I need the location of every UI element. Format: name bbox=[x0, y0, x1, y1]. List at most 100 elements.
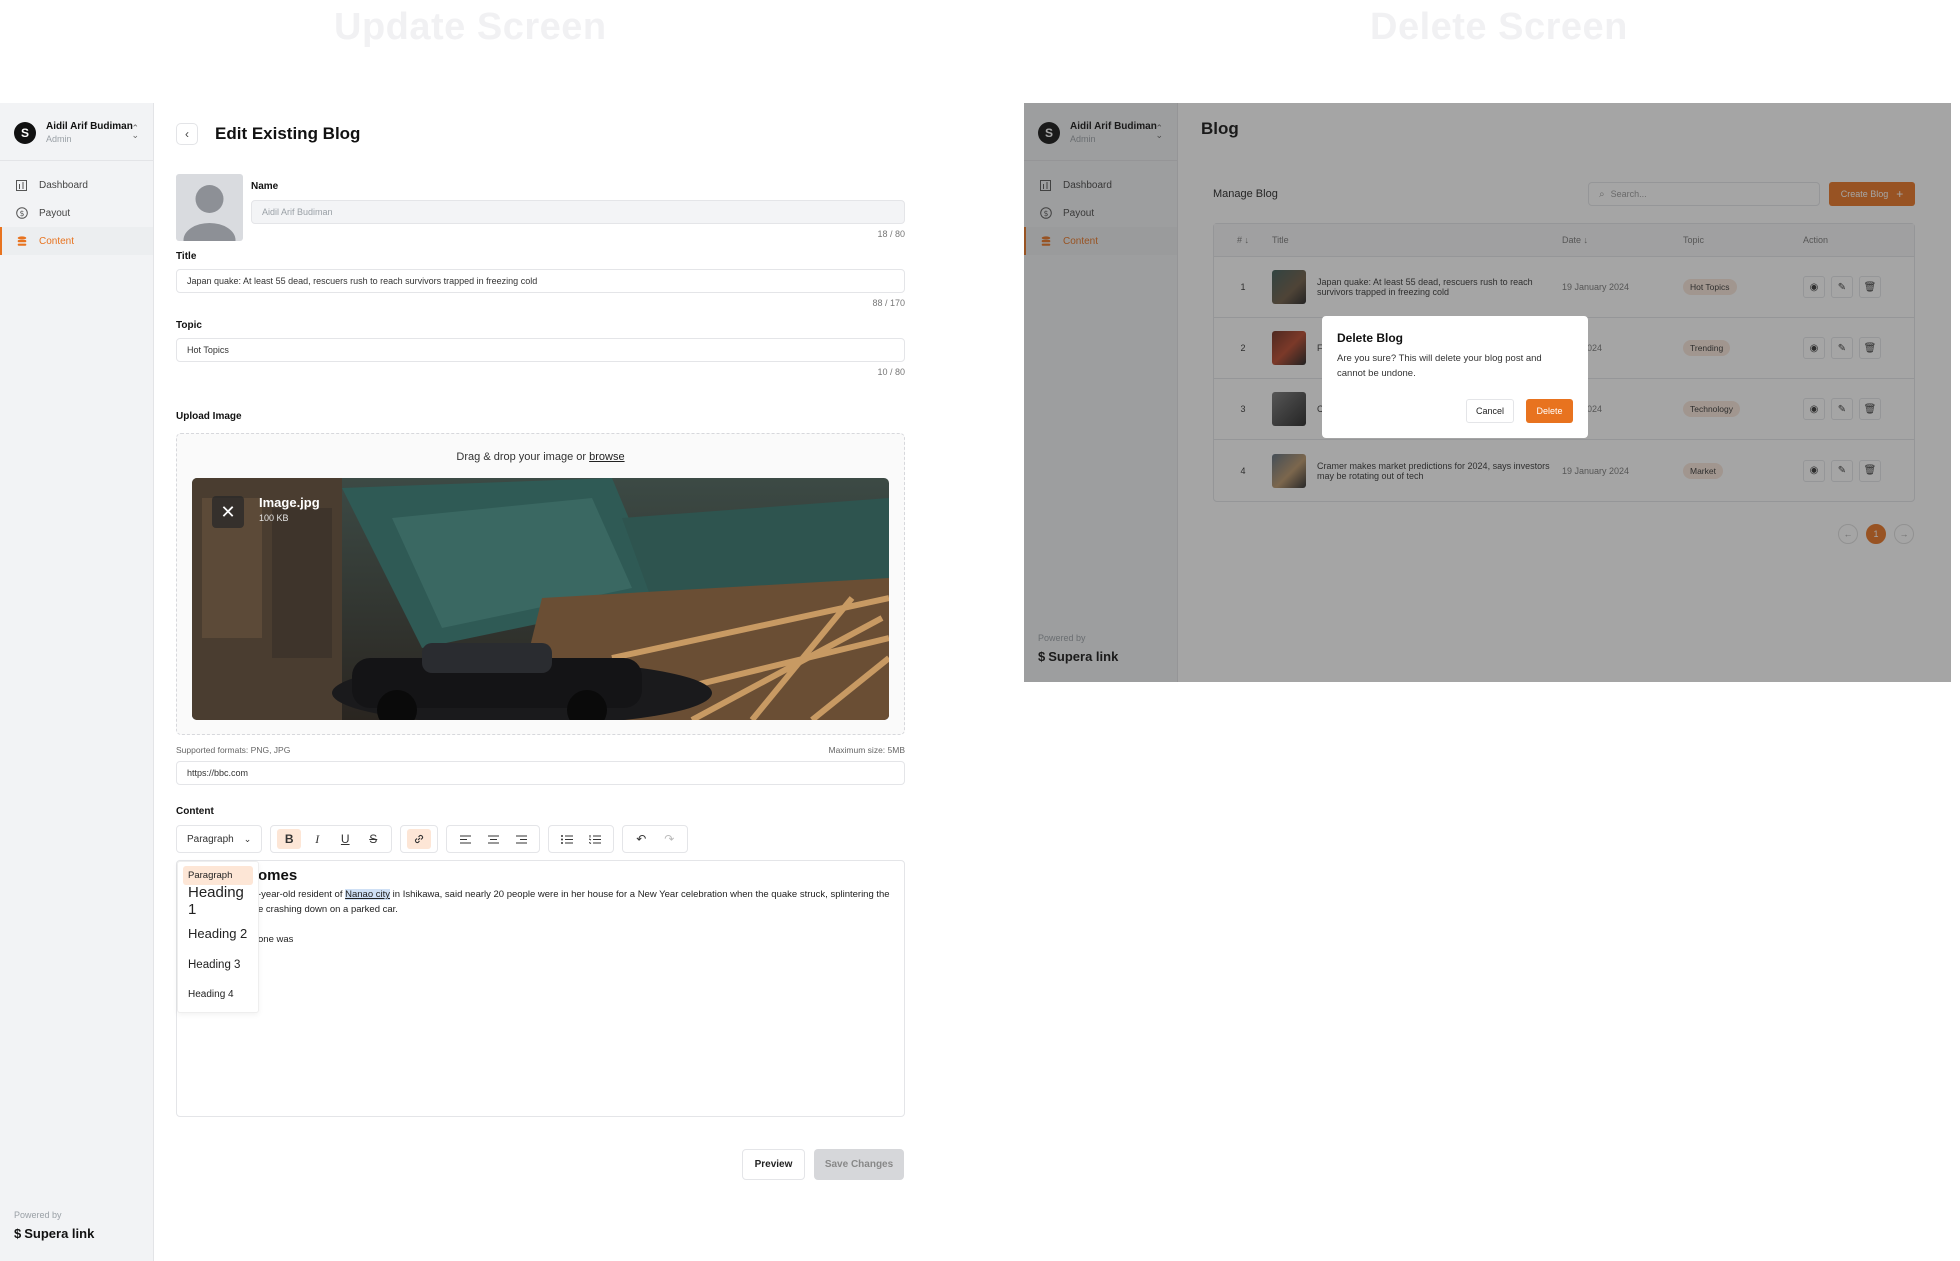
link-group bbox=[400, 825, 439, 853]
option-heading-2[interactable]: Heading 2 bbox=[183, 917, 253, 949]
dollar-circle-icon: $ bbox=[15, 207, 28, 220]
title-label: Title bbox=[176, 251, 197, 262]
avatar[interactable] bbox=[176, 174, 243, 241]
title-section: Title Japan quake: At least 55 dead, res… bbox=[176, 251, 905, 308]
svg-text:$: $ bbox=[19, 209, 24, 218]
upload-label: Upload Image bbox=[176, 411, 242, 422]
underline-icon[interactable]: U bbox=[333, 829, 357, 849]
option-heading-3[interactable]: Heading 3 bbox=[183, 949, 253, 980]
content-editor[interactable]: omes -year-old resident of Nanao city in… bbox=[176, 860, 905, 1117]
topic-counter: 10 / 80 bbox=[877, 367, 905, 377]
form-actions: Preview Save Changes bbox=[742, 1149, 904, 1180]
bar-chart-icon bbox=[15, 179, 28, 192]
topic-label: Topic bbox=[176, 320, 202, 331]
powered-by: Powered by bbox=[14, 1210, 62, 1220]
page-title: Edit Existing Blog bbox=[215, 124, 361, 143]
block-type-dropdown: Paragraph Heading 1 Heading 2 Heading 3 … bbox=[177, 861, 259, 1013]
close-icon: ✕ bbox=[220, 501, 236, 522]
name-counter: 18 / 80 bbox=[877, 229, 905, 239]
italic-icon[interactable]: I bbox=[305, 829, 329, 849]
upload-hint: Drag & drop your image or browse bbox=[177, 451, 904, 463]
name-label: Name bbox=[251, 181, 279, 192]
save-changes-button[interactable]: Save Changes bbox=[814, 1149, 904, 1180]
cancel-button[interactable]: Cancel bbox=[1466, 399, 1514, 423]
align-group bbox=[446, 825, 541, 853]
title-input[interactable]: Japan quake: At least 55 dead, rescuers … bbox=[176, 269, 905, 293]
preview-button[interactable]: Preview bbox=[742, 1149, 805, 1180]
editor-text-before: -year-old resident of bbox=[258, 889, 343, 900]
sidebar-nav: Dashboard $ Payout Content bbox=[0, 161, 153, 255]
undo-icon[interactable]: ↶ bbox=[629, 829, 653, 849]
update-screen: S Aidil Arif Budiman Admin ⌃ ⌄ Dashboard … bbox=[0, 103, 1025, 1261]
user-name: Aidil Arif Budiman bbox=[46, 121, 133, 132]
topic-section: Topic Hot Topics 10 / 80 bbox=[176, 320, 905, 377]
remove-image-button[interactable]: ✕ bbox=[212, 496, 244, 528]
editor-text-line2: e crashing down on a parked car. bbox=[258, 904, 398, 915]
align-right-icon[interactable] bbox=[509, 829, 533, 849]
sidebar-item-dashboard[interactable]: Dashboard bbox=[0, 171, 153, 199]
editor-text-after: in Ishikawa, said nearly 20 people were … bbox=[392, 889, 890, 900]
back-button[interactable]: ‹ bbox=[176, 123, 198, 145]
block-type-value: Paragraph bbox=[187, 833, 234, 845]
content-label: Content bbox=[176, 806, 214, 817]
option-heading-4[interactable]: Heading 4 bbox=[183, 980, 253, 1009]
dialog-message: Are you sure? This will delete your blog… bbox=[1337, 353, 1542, 379]
topic-input[interactable]: Hot Topics bbox=[176, 338, 905, 362]
editor-selected-link[interactable]: Nanao city bbox=[345, 889, 391, 900]
earthquake-photo bbox=[192, 478, 889, 720]
supera-logo-icon: $ bbox=[14, 1226, 22, 1241]
align-center-icon[interactable] bbox=[481, 829, 505, 849]
sidebar-footer: Powered by $ Supera link bbox=[14, 1210, 94, 1241]
sidebar-item-content[interactable]: Content bbox=[0, 227, 153, 255]
option-heading-1[interactable]: Heading 1 bbox=[183, 884, 253, 918]
option-paragraph[interactable]: Paragraph bbox=[183, 866, 253, 885]
chevron-updown-icon: ⌃ ⌄ bbox=[131, 123, 139, 140]
title-counter: 88 / 170 bbox=[872, 298, 905, 308]
block-type-select[interactable]: Paragraph ⌄ bbox=[176, 825, 263, 853]
user-role: Admin bbox=[46, 134, 72, 144]
update-screen-label: Update Screen bbox=[334, 6, 607, 48]
file-name: Image.jpg bbox=[259, 495, 320, 510]
chevron-left-icon: ‹ bbox=[185, 127, 189, 141]
numbered-list-icon[interactable] bbox=[583, 829, 607, 849]
bold-icon[interactable]: B bbox=[277, 829, 302, 849]
sidebar-item-label: Dashboard bbox=[39, 179, 88, 191]
name-input[interactable]: Aidil Arif Budiman bbox=[251, 200, 905, 224]
edit-blog-main: ‹ Edit Existing Blog Name Aidil Arif Bud… bbox=[176, 103, 906, 1180]
confirm-delete-button[interactable]: Delete bbox=[1526, 399, 1573, 423]
file-size: 100 KB bbox=[259, 513, 289, 523]
editor-paragraph: -year-old resident of Nanao city in Ishi… bbox=[258, 887, 898, 917]
history-group: ↶ ↷ bbox=[622, 825, 689, 853]
max-size: Maximum size: 5MB bbox=[828, 745, 905, 755]
brand-logo-icon: S bbox=[14, 121, 36, 144]
bullet-list-icon[interactable] bbox=[555, 829, 579, 849]
editor-paragraph-2: one was bbox=[258, 934, 294, 945]
account-switcher[interactable]: S Aidil Arif Budiman Admin ⌃ ⌄ bbox=[0, 103, 153, 161]
delete-screen: S Aidil Arif Budiman Admin ⌃ ⌄ Dashboard … bbox=[1024, 103, 1951, 682]
brand-name: $ Supera link bbox=[14, 1226, 94, 1241]
delete-blog-dialog: Delete Blog Are you sure? This will dele… bbox=[1322, 316, 1588, 438]
dialog-title: Delete Blog bbox=[1337, 331, 1404, 345]
browse-link[interactable]: browse bbox=[589, 451, 624, 463]
chevron-down-icon: ⌄ bbox=[243, 833, 252, 844]
list-group bbox=[548, 825, 615, 853]
sidebar-item-label: Payout bbox=[39, 207, 71, 219]
editor-toolbar: Paragraph ⌄ B I U S ↶ ↷ bbox=[176, 823, 905, 855]
align-left-icon[interactable] bbox=[453, 829, 477, 849]
url-input[interactable]: https://bbc.com bbox=[176, 761, 905, 785]
redo-icon[interactable]: ↷ bbox=[657, 829, 681, 849]
editor-heading: omes bbox=[258, 867, 298, 884]
upload-hint-text: Drag & drop your image or bbox=[456, 451, 587, 463]
sidebar-item-label: Content bbox=[39, 235, 75, 247]
strikethrough-icon[interactable]: S bbox=[361, 829, 385, 849]
sidebar: S Aidil Arif Budiman Admin ⌃ ⌄ Dashboard … bbox=[0, 103, 154, 1261]
format-group: B I U S bbox=[270, 825, 393, 853]
image-dropzone[interactable]: Drag & drop your image or browse ✕ Image… bbox=[176, 433, 905, 735]
supported-formats: Supported formats: PNG, JPG bbox=[176, 745, 291, 755]
sidebar-item-payout[interactable]: $ Payout bbox=[0, 199, 153, 227]
database-icon bbox=[15, 235, 28, 248]
delete-screen-label: Delete Screen bbox=[1370, 6, 1628, 48]
link-icon[interactable] bbox=[407, 829, 432, 849]
image-preview: ✕ Image.jpg 100 KB bbox=[192, 478, 889, 720]
brand-label: Supera link bbox=[24, 1226, 95, 1241]
